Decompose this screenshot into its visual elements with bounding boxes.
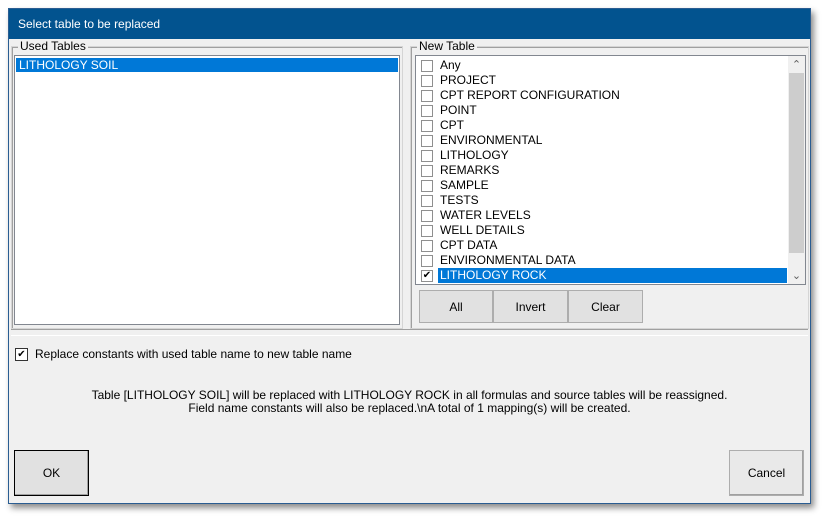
checkbox-icon[interactable] [421,89,433,102]
new-table-legend: New Table [417,39,477,53]
new-table-scrollbar[interactable]: ⌃ ⌄ [788,56,805,284]
checkbox-checked-icon[interactable]: ✔ [421,269,433,282]
new-table-item-label: PROJECT [440,73,497,87]
checkbox-icon[interactable] [421,104,433,117]
checkbox-icon[interactable] [421,134,433,147]
new-table-item[interactable]: ENVIRONMENTAL DATA [416,253,787,268]
info-line-2: Field name constants will also be replac… [188,401,631,415]
cancel-button[interactable]: Cancel [729,450,804,496]
info-message: Table [LITHOLOGY SOIL] will be replaced … [9,389,810,415]
new-table-item-label: ENVIRONMENTAL [440,133,543,147]
new-table-item[interactable]: Any [416,58,787,73]
checkbox-icon[interactable] [421,149,433,162]
panel-splitter[interactable] [11,329,808,336]
new-table-item-label: CPT DATA [440,238,498,252]
new-table-item[interactable]: LITHOLOGY [416,148,787,163]
new-table-item[interactable]: CPT REPORT CONFIGURATION [416,88,787,103]
new-table-item-label: LITHOLOGY ROCK [438,268,787,283]
new-table-item-label: TESTS [440,193,479,207]
replace-constants-checkbox[interactable]: ✔ Replace constants with used table name… [15,347,352,361]
used-table-item[interactable]: LITHOLOGY SOIL [16,58,398,72]
scroll-thumb[interactable] [789,73,804,253]
clear-button[interactable]: Clear [568,290,643,323]
checkbox-icon[interactable] [421,209,433,222]
new-table-item[interactable]: WATER LEVELS [416,208,787,223]
new-table-item[interactable]: SAMPLE [416,178,787,193]
new-table-items: Any PROJECT CPT REPORT CONFIGURATION POINT C… [416,56,787,284]
checkbox-icon[interactable] [421,179,433,192]
new-table-item-label: WATER LEVELS [440,208,531,222]
checkbox-icon[interactable] [421,254,433,267]
invert-button[interactable]: Invert [493,290,568,323]
new-table-item-label: SAMPLE [440,178,489,192]
new-table-item[interactable]: ✔ LITHOLOGY ROCK [416,268,787,283]
new-table-item-label: ENVIRONMENTAL DATA [440,253,576,267]
checkbox-icon[interactable] [421,164,433,177]
checkbox-icon[interactable] [421,74,433,87]
new-table-item-label: LITHOLOGY [440,148,509,162]
scroll-up-arrow-icon[interactable]: ⌃ [788,56,805,73]
new-table-item[interactable]: PROJECT [416,73,787,88]
select-table-dialog: Select table to be replaced Used Tables … [8,8,811,504]
new-table-item-label: CPT REPORT CONFIGURATION [440,88,620,102]
select-all-button[interactable]: All [419,290,493,323]
used-tables-list[interactable]: LITHOLOGY SOIL [14,55,400,325]
new-table-item[interactable]: WELL DETAILS [416,223,787,238]
checkbox-check-icon[interactable]: ✔ [15,347,28,361]
replace-constants-label: Replace constants with used table name t… [35,347,352,361]
new-table-item-label: WELL DETAILS [440,223,525,237]
new-table-item[interactable]: TESTS [416,193,787,208]
new-table-item[interactable]: POINT [416,103,787,118]
checkbox-icon[interactable] [421,59,433,72]
new-table-item-label: CPT [440,118,464,132]
checkbox-icon[interactable] [421,239,433,252]
ok-button[interactable]: OK [14,450,89,496]
scroll-down-arrow-icon[interactable]: ⌄ [788,267,805,284]
used-tables-group: Used Tables LITHOLOGY SOIL [11,39,403,329]
new-table-item[interactable]: ENVIRONMENTAL [416,133,787,148]
new-table-item-label: Any [440,58,461,72]
new-table-item-label: POINT [440,103,477,117]
new-table-item[interactable]: CPT DATA [416,238,787,253]
used-tables-legend: Used Tables [18,39,88,53]
new-table-item[interactable]: REMARKS [416,163,787,178]
checkbox-icon[interactable] [421,194,433,207]
new-table-item-label: REMARKS [440,163,500,177]
new-table-checklist[interactable]: Any PROJECT CPT REPORT CONFIGURATION POINT C… [415,55,806,285]
dialog-title: Select table to be replaced [9,9,810,39]
checkbox-icon[interactable] [421,224,433,237]
new-table-item[interactable]: CPT [416,118,787,133]
new-table-group: New Table Any PROJECT CPT REPORT CONFIGURA… [410,39,809,329]
checkbox-icon[interactable] [421,119,433,132]
